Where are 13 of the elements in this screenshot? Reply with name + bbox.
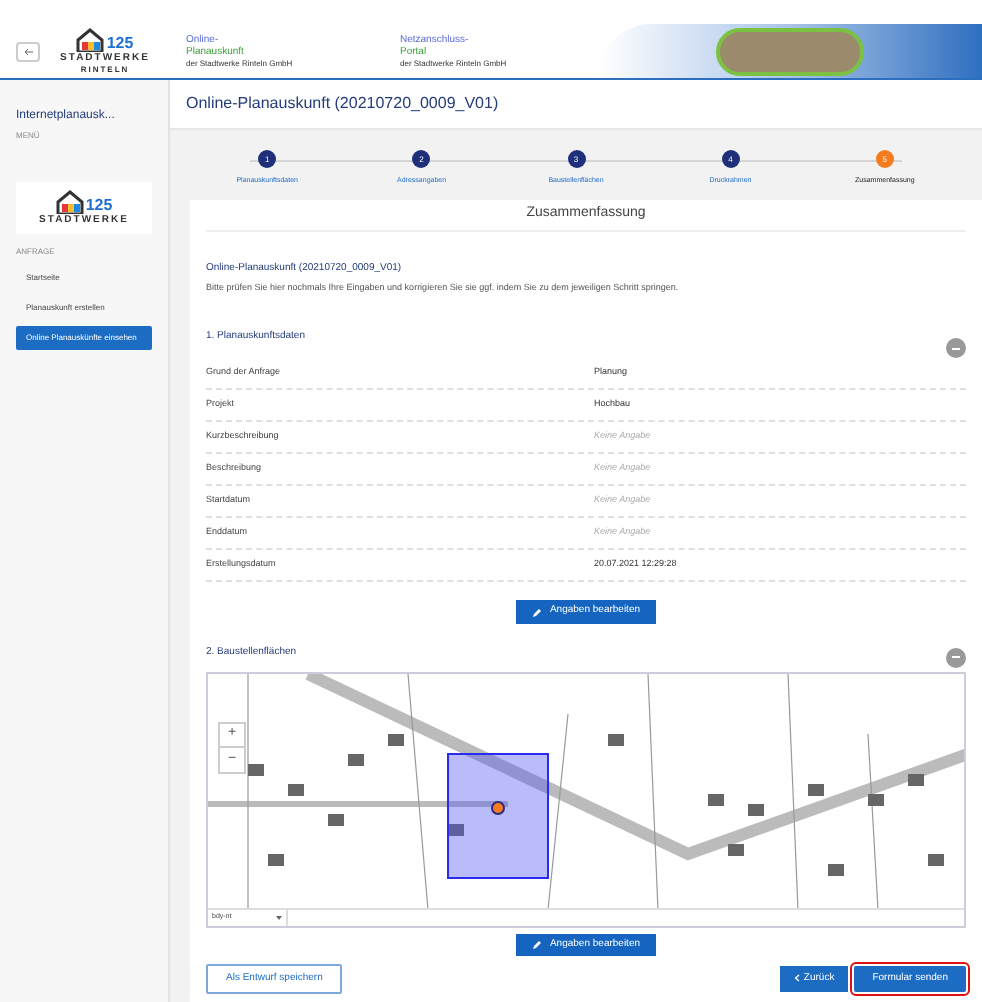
- house-logo-icon: [55, 190, 84, 214]
- back-button[interactable]: [16, 41, 40, 61]
- collapse-icon[interactable]: [946, 338, 966, 359]
- house-logo-icon: [76, 27, 105, 52]
- logo-number: 125: [85, 198, 113, 214]
- pencil-icon: [531, 940, 542, 950]
- logo-number: 125: [106, 35, 134, 52]
- arrow-left-icon: [23, 47, 33, 55]
- collapse-icon[interactable]: [946, 647, 966, 668]
- chevron-left-icon: [793, 974, 800, 983]
- caret-icon: [276, 915, 282, 920]
- pencil-icon: [531, 607, 542, 617]
- page-title: Online-Planauskunft (20210720_0009_V01): [186, 92, 499, 116]
